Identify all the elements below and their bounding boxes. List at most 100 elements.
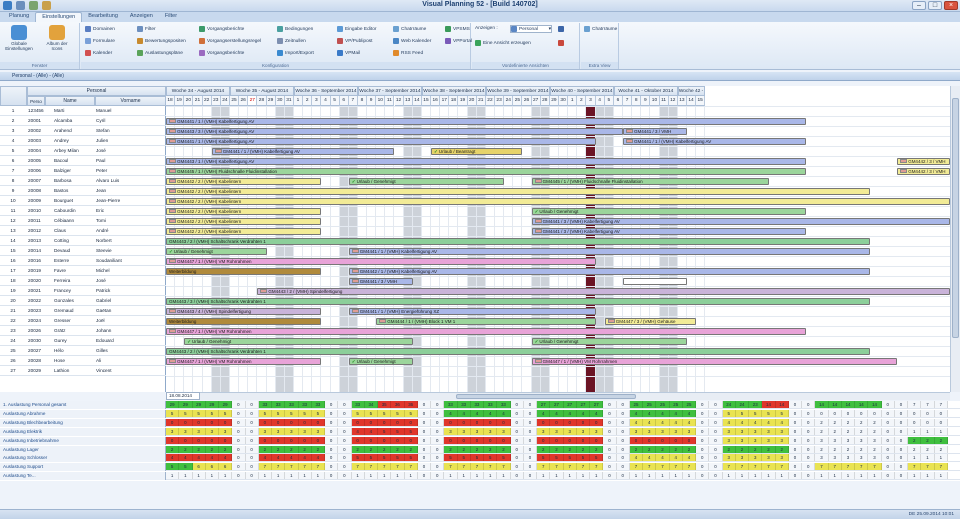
task-bar[interactable]: Weiterbildung <box>166 317 322 325</box>
resource-row[interactable]: 5 20004 Arbey Milan José <box>0 146 166 156</box>
resource-row[interactable]: 18 20020 Ferreira José <box>0 276 166 286</box>
day-header[interactable]: 20 <box>467 96 477 106</box>
task-bar[interactable]: GM4447 / 3 / (VMH) Gehäuse <box>604 317 697 325</box>
vpmail-button[interactable]: VPMail <box>337 50 360 56</box>
task-bar[interactable]: GM4442 / 2 / (VMH) Kabelintern <box>166 207 322 215</box>
task-bar[interactable]: GM4441 / 1 / (VMH) Kabelfertigung AV <box>166 117 806 125</box>
resource-row[interactable]: 7 20006 Balziger Peter <box>0 166 166 176</box>
resource-row[interactable]: 12 20011 Cébiaann Tomi <box>0 216 166 226</box>
chatraeume-extra-button[interactable]: Chatrräume <box>584 26 617 32</box>
day-header[interactable]: 8 <box>357 96 368 106</box>
day-header[interactable]: 11 <box>385 96 395 106</box>
task-bar[interactable]: GM4442 / 3 / VMH <box>897 167 950 175</box>
view-select[interactable]: Personal ▾ <box>510 25 552 33</box>
day-header[interactable]: 15 <box>421 96 432 106</box>
day-header[interactable]: 30 <box>275 96 285 106</box>
day-header[interactable]: 12 <box>668 96 678 106</box>
perso-column-header[interactable]: Perso <box>27 96 45 106</box>
resource-row[interactable]: 23 20026 Grätz Johann <box>0 326 166 336</box>
close-button[interactable]: × <box>944 1 958 10</box>
bewertungspositen-button[interactable]: Bewertungspositen <box>137 38 186 44</box>
resource-row[interactable]: 2 20001 Alcamba Cyril <box>0 116 166 126</box>
day-header[interactable]: 7 <box>348 96 358 106</box>
tab-einstellungen[interactable]: Einstellungen <box>35 12 83 22</box>
day-header[interactable]: 30 <box>559 96 569 106</box>
task-bar[interactable]: GM4443 / 3 / (VMH) Schaltschrank Verdrah… <box>166 297 870 305</box>
day-header[interactable]: 2 <box>577 96 587 106</box>
task-bar[interactable]: ✓Urlaub / Genehmigt <box>348 177 505 185</box>
day-header[interactable]: 3 <box>312 96 322 106</box>
tab-anzeigen[interactable]: Anzeigen <box>124 12 159 22</box>
task-bar[interactable]: GM4441 / 1 / (VMH) Kabelfertigung AV <box>348 247 870 255</box>
task-bar[interactable]: GM4442 / 1 / (VMH) Kabelfertigung AV <box>348 267 870 275</box>
vertical-scrollbar[interactable] <box>950 86 960 392</box>
day-header[interactable]: 4 <box>321 96 331 106</box>
resource-row[interactable]: 9 20008 Bastos Jean <box>0 186 166 196</box>
auslastungspläne-button[interactable]: Auslastungspläne <box>137 50 183 56</box>
day-header[interactable]: 3 <box>586 96 596 106</box>
bedingungen-button[interactable]: Bedingungen <box>277 26 313 32</box>
day-header[interactable]: 19 <box>458 96 468 106</box>
vorgangsberichte-button[interactable]: Vorgangsberichte <box>199 26 244 32</box>
workload-label[interactable]: 1. Auslastung Personal gesamt <box>0 401 166 409</box>
tab-bearbeitung[interactable]: Bearbeitung <box>82 12 124 22</box>
domainen-button[interactable]: Domainen <box>85 26 115 32</box>
task-bar[interactable]: GM4445 / 1 / (VMH) Fluidschnalle Fluidin… <box>531 177 770 185</box>
task-bar[interactable]: GM4441 / 1 / (VMH) Kabelfertigung AV <box>166 137 596 145</box>
day-header[interactable]: 23 <box>495 96 505 106</box>
task-bar[interactable]: ✓Urlaub / Genehmigt <box>531 337 687 345</box>
day-header[interactable]: 18 <box>449 96 459 106</box>
minimize-button[interactable]: – <box>912 1 926 10</box>
day-header[interactable]: 25 <box>229 96 240 106</box>
workload-label[interactable]: Auslastung Elektrik <box>0 427 166 436</box>
day-header[interactable]: 2 <box>303 96 313 106</box>
day-header[interactable]: 9 <box>367 96 377 106</box>
resource-row[interactable]: 27 20029 Lathion Vincent <box>0 366 166 376</box>
vp-publipost-button[interactable]: VP/Publipost <box>337 38 372 44</box>
task-bar[interactable]: GM4444 / 1 / (VMH) Block 1 VM 1 <box>376 317 596 325</box>
task-bar[interactable]: GM4442 / 2 / (VMH) Kabelintern <box>166 217 322 225</box>
day-header[interactable]: 10 <box>376 96 386 106</box>
workload-label[interactable]: Auslastung Inbetriebnahme <box>0 436 166 445</box>
task-bar[interactable]: ✓Urlaub / Genehmigt <box>184 337 413 345</box>
day-header[interactable]: 9 <box>641 96 651 106</box>
task-bar[interactable]: GM4441 / 3 / VMH <box>348 277 413 285</box>
resource-row[interactable]: 20 20022 Gonzales Gabriel <box>0 296 166 306</box>
resource-row[interactable]: 26 20028 Hose Ali <box>0 356 166 366</box>
horizontal-scrollbar[interactable] <box>166 392 950 400</box>
task-bar[interactable]: GM4445 / 1 / (VMH) Fluidschnalle Fluidin… <box>166 167 806 175</box>
scroll-thumb[interactable] <box>952 98 959 338</box>
day-header[interactable]: 1 <box>293 96 304 106</box>
vorname-column-header[interactable]: Vorname <box>95 96 166 106</box>
day-header[interactable]: 22 <box>202 96 212 106</box>
tab-planung[interactable]: Planung <box>3 12 35 22</box>
day-header[interactable]: 12 <box>394 96 404 106</box>
day-header[interactable]: 14 <box>686 96 697 106</box>
resource-row[interactable]: 21 20023 Gremaud Gaëtan <box>0 306 166 316</box>
task-bar[interactable]: GM4447 / 1 / (VMH) VM Rohrrahmen <box>531 357 898 365</box>
resource-row[interactable]: 25 20027 Hélo Gilles <box>0 346 166 356</box>
day-header[interactable]: 17 <box>440 96 450 106</box>
resource-row[interactable]: 4 20003 Andrey Julien <box>0 136 166 146</box>
day-header[interactable]: 25 <box>513 96 523 106</box>
resource-row[interactable]: 14 20013 Cotting Norbert <box>0 236 166 246</box>
workload-label[interactable]: Auslastung Schlosser <box>0 454 166 463</box>
maximize-button[interactable]: □ <box>928 1 942 10</box>
day-header[interactable]: 5 <box>330 96 340 106</box>
tab-filter[interactable]: Filter <box>159 12 183 22</box>
globale-einstellungen-button[interactable]: Globale Einstellungen <box>4 25 34 51</box>
task-bar[interactable]: GM4447 / 1 / (VMH) VM Rohrrahmen <box>166 327 806 335</box>
resource-row[interactable]: 22 20024 Gresser Joël <box>0 316 166 326</box>
task-bar[interactable]: ✓Urlaub / Beantragt <box>431 147 523 155</box>
workload-label[interactable]: Auslastung Lager <box>0 445 166 454</box>
resource-row[interactable]: 24 20030 Gurey Edouard <box>0 336 166 346</box>
day-header[interactable]: 13 <box>403 96 413 106</box>
day-header[interactable]: 26 <box>522 96 532 106</box>
day-header[interactable]: 20 <box>184 96 194 106</box>
workload-label[interactable]: Auslastung Support <box>0 463 166 472</box>
day-header[interactable]: 24 <box>220 96 230 106</box>
day-header[interactable]: 28 <box>540 96 550 106</box>
task-bar[interactable]: GM4442 / 2 / (VMH) Kabelintern <box>166 197 950 205</box>
resource-row[interactable]: 3 20002 Arahend Stefan <box>0 126 166 136</box>
chatrräume-button[interactable]: Chatrräume <box>393 26 426 32</box>
